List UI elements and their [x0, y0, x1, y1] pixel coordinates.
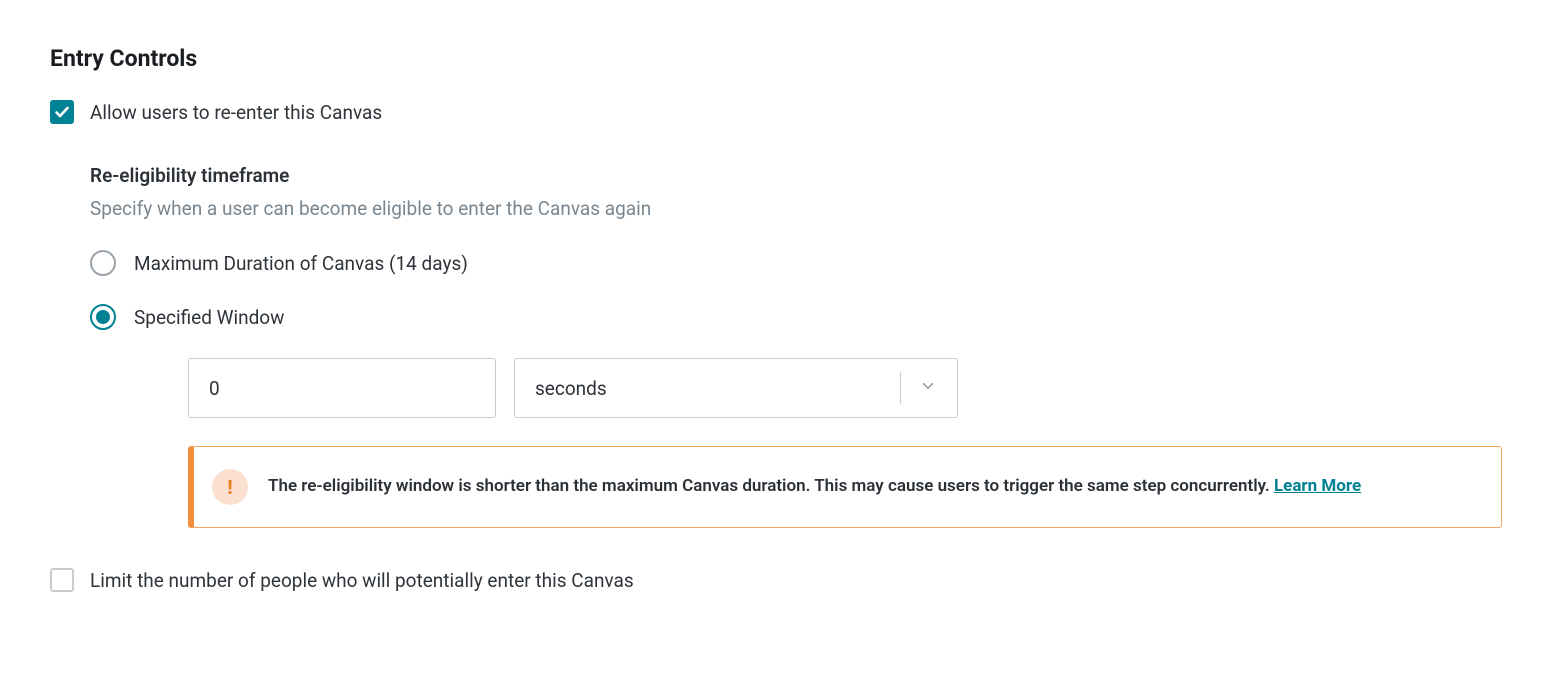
check-icon	[54, 104, 70, 120]
warning-text: The re-eligibility window is shorter tha…	[268, 476, 1270, 496]
radio-specified-window[interactable]: Specified Window	[90, 304, 1502, 330]
radio-specified-window-label: Specified Window	[134, 306, 284, 329]
radio-max-duration[interactable]: Maximum Duration of Canvas (14 days)	[90, 250, 1502, 276]
radio-max-duration-label: Maximum Duration of Canvas (14 days)	[134, 252, 468, 275]
specified-window-inputs: seconds	[188, 358, 1502, 418]
radio-dot	[96, 310, 110, 324]
window-unit-select[interactable]: seconds	[514, 358, 958, 418]
section-title: Entry Controls	[50, 45, 1502, 72]
limit-checkbox[interactable]	[50, 568, 74, 592]
allow-reenter-row[interactable]: Allow users to re-enter this Canvas	[50, 100, 1502, 124]
window-unit-value: seconds	[535, 377, 894, 400]
radio-specified-window-control[interactable]	[90, 304, 116, 330]
allow-reenter-checkbox[interactable]	[50, 100, 74, 124]
limit-label: Limit the number of people who will pote…	[90, 569, 634, 592]
learn-more-link[interactable]: Learn More	[1274, 476, 1361, 496]
re-eligibility-title: Re-eligibility timeframe	[90, 164, 1502, 187]
allow-reenter-label: Allow users to re-enter this Canvas	[90, 101, 382, 124]
warning-body: The re-eligibility window is shorter tha…	[268, 474, 1477, 500]
chevron-down-icon	[919, 377, 937, 400]
warning-icon: !	[212, 469, 248, 505]
re-eligibility-description: Specify when a user can become eligible …	[90, 197, 1502, 220]
limit-row[interactable]: Limit the number of people who will pote…	[50, 568, 1502, 592]
warning-alert: ! The re-eligibility window is shorter t…	[188, 446, 1502, 528]
select-divider	[900, 372, 901, 404]
radio-max-duration-control[interactable]	[90, 250, 116, 276]
window-value-input[interactable]	[188, 358, 496, 418]
